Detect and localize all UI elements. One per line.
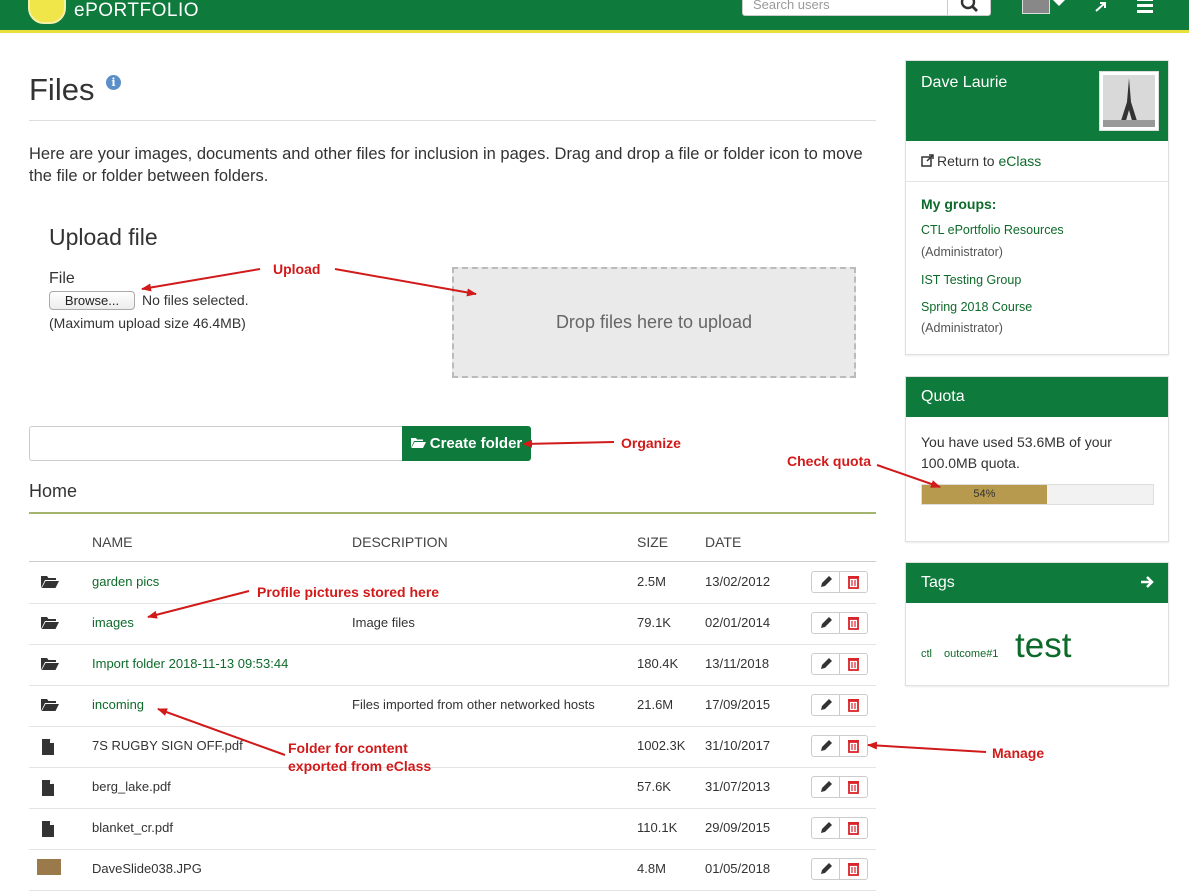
annotation-arrow bbox=[334, 268, 477, 297]
annotation-manage: Manage bbox=[992, 745, 1045, 761]
annotation-upload: Upload bbox=[273, 261, 321, 277]
annotation-check-quota: Check quota bbox=[787, 453, 872, 469]
annotation-folder-content-line2: exported from eClass bbox=[288, 758, 432, 774]
pencil-icon bbox=[812, 863, 839, 883]
annotation-arrows bbox=[141, 268, 987, 756]
annotation-arrow bbox=[867, 741, 987, 753]
annotation-folder-content-line1: Folder for content bbox=[288, 740, 408, 756]
annotation-arrow bbox=[157, 708, 286, 756]
annotation-organize: Organize bbox=[621, 435, 681, 451]
annotation-profile-pictures: Profile pictures stored here bbox=[257, 584, 440, 600]
annotation-arrow bbox=[141, 268, 261, 292]
annotation-arrow bbox=[147, 590, 250, 619]
trash-icon bbox=[840, 863, 867, 883]
annotation-arrow bbox=[522, 439, 615, 448]
annotation-arrow bbox=[876, 464, 941, 488]
